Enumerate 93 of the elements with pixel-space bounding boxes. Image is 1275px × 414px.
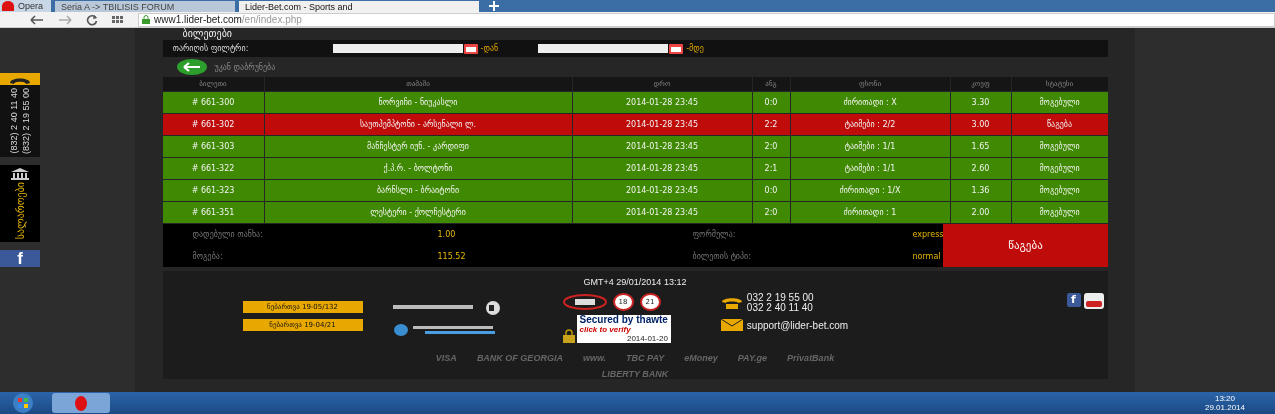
email-link[interactable]: support@lider-bet.com [746, 319, 849, 331]
table-cell: ბარნსლი - ბრაიტონი [264, 180, 572, 201]
payment-logo: VISA [435, 353, 457, 363]
result-badge: წაგება [943, 224, 1108, 267]
table-cell: 2014-01-28 23:45 [572, 158, 752, 179]
clock-date: 29.01.2014 [1204, 403, 1245, 412]
table-cell: # 661-302 [162, 114, 264, 135]
reload-icon[interactable] [86, 13, 98, 26]
back-icon[interactable] [30, 14, 44, 25]
table-cell: 2.60 [950, 158, 1011, 179]
envelope-icon [720, 319, 743, 331]
clock-time: 13:20 [1214, 394, 1235, 403]
payment-logo: www. [582, 353, 607, 363]
address-field[interactable]: www1.lider-bet.com/en/index.php [138, 12, 1275, 27]
summary-label: დადებული თანხა: [192, 230, 264, 240]
table-cell: # 661-351 [162, 202, 264, 223]
youtube-icon[interactable] [1083, 293, 1104, 309]
opera-logo-icon [2, 1, 14, 11]
table-cell: # 661-323 [162, 180, 264, 201]
date-from-suffix: -დან [480, 44, 499, 53]
table-cell: საუთჰემპტონი - არსენალი ლ. [264, 114, 572, 135]
table-cell: მოგებული [1011, 158, 1108, 179]
back-link[interactable]: უკან დაბრუნება [214, 62, 276, 72]
table-cell: ძირითადი : X [790, 92, 950, 113]
filter-label: თარიღის ფილტრი: [172, 44, 250, 53]
payment-logo: PAY.ge [737, 353, 768, 363]
table-cell: 2:1 [752, 158, 790, 179]
page-title: ბილეთები [181, 28, 232, 40]
payment-logo: TBC PAY [626, 353, 665, 363]
phone-number: (832) 2 19 55 00 [21, 87, 31, 155]
date-from-field[interactable] [332, 44, 463, 53]
summary-value: 115.52 [437, 251, 467, 261]
summary-value: express [912, 230, 944, 240]
table-cell: 2014-01-28 23:45 [572, 92, 752, 113]
table-cell: 1.36 [950, 180, 1011, 201]
facebook-icon[interactable]: f [0, 250, 40, 268]
table-cell: # 661-303 [162, 136, 264, 157]
padlock-icon [562, 329, 575, 343]
opera-menu-button[interactable]: Opera [0, 0, 51, 12]
payment-logo: LIBERTY BANK [601, 369, 669, 379]
payment-logo: PrivatBank [787, 353, 835, 363]
payment-logo: BANK OF GEORGIA [476, 353, 563, 363]
payment-logo: eMoney [684, 353, 718, 363]
table-cell: 2014-01-28 23:45 [572, 114, 752, 135]
summary-value: normal [912, 251, 942, 261]
facebook-icon[interactable]: f [1066, 293, 1081, 307]
table-cell: ნორვიჩი - ნიუკასლი [264, 92, 572, 113]
bank-icon [11, 168, 29, 180]
table-cell: მოგებული [1011, 136, 1108, 157]
table-cell: მანჩესტერ იუნ. - კარდიფი [264, 136, 572, 157]
phone-number: 032 2 19 55 00 [746, 293, 814, 303]
summary-label: მოგება: [192, 251, 224, 261]
phone-number: (832) 2 40 11 40 [9, 88, 19, 154]
summary-value: 1.00 [437, 230, 457, 240]
table-cell: 2:0 [752, 136, 790, 157]
idq-logo-icon [562, 294, 607, 310]
table-cell: ძირითადი : 1/X [790, 180, 950, 201]
table-cell: 3.00 [950, 114, 1011, 135]
phone-icon [720, 297, 743, 309]
table-cell: 2:2 [752, 114, 790, 135]
table-cell: 1.65 [950, 136, 1011, 157]
date-to-field[interactable] [538, 44, 669, 53]
table-cell: 2.00 [950, 202, 1011, 223]
browser-tab[interactable]: Seria A -> TBILISIS FORUM [55, 1, 235, 12]
table-cell: მოგებული [1011, 202, 1108, 223]
table-cell: 2014-01-28 23:45 [572, 202, 752, 223]
table-cell: ტაიმები : 1/1 [790, 158, 950, 179]
table-cell: მოგებული [1011, 180, 1108, 201]
table-cell: 2014-01-28 23:45 [572, 180, 752, 201]
table-cell: წაგება [1011, 114, 1108, 135]
server-clock: GMT+4 29/01/2014 13:12 [583, 277, 687, 287]
date-to-suffix: -მდე [686, 44, 704, 53]
speed-dial-icon[interactable] [112, 14, 124, 25]
calendar-icon[interactable] [463, 43, 478, 54]
table-cell: ლესტერი - ქოლჩესტერი [264, 202, 572, 223]
lock-icon [142, 15, 150, 24]
table-cell: მოგებული [1011, 92, 1108, 113]
table-cell: ქ.პ.რ. - ბოლტონი [264, 158, 572, 179]
summary-label: ბილეთის ტიპი: [692, 251, 752, 261]
summary-label: ფორმულა: [692, 230, 737, 240]
table-cell: # 661-300 [162, 92, 264, 113]
browser-tab[interactable]: Lider-Bet.com - Sports and [239, 1, 479, 12]
table-cell: ტაიმები : 1/1 [790, 136, 950, 157]
phone-number: 032 2 40 11 40 [746, 303, 814, 313]
table-cell: ძირითადი : 1 [790, 202, 950, 223]
table-cell: # 661-322 [162, 158, 264, 179]
calendar-icon[interactable] [669, 43, 684, 54]
table-cell: 3.30 [950, 92, 1011, 113]
table-cell: 0:0 [752, 92, 790, 113]
table-cell: 2014-01-28 23:45 [572, 136, 752, 157]
table-cell: 2:0 [752, 202, 790, 223]
table-cell: ტაიმები : 2/2 [790, 114, 950, 135]
table-cell: 0:0 [752, 180, 790, 201]
